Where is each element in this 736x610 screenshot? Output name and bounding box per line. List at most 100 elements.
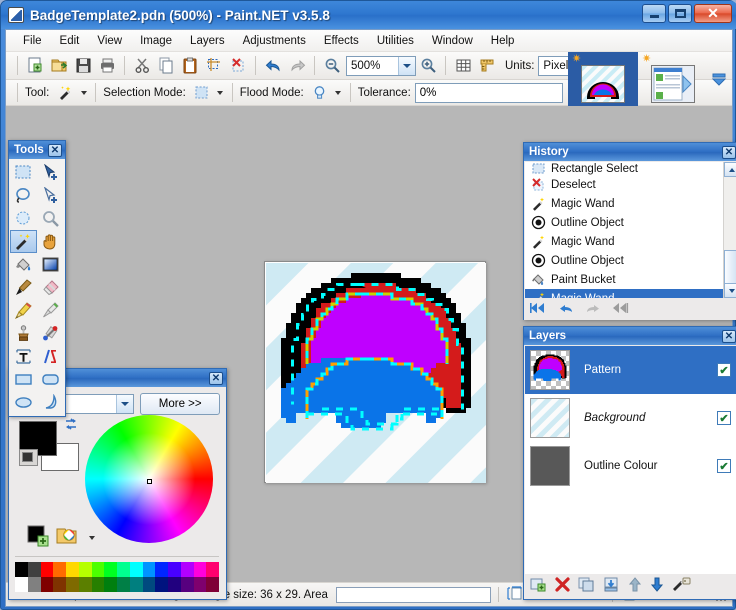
open-icon[interactable] — [47, 54, 71, 78]
replace-selection-icon[interactable] — [190, 81, 214, 105]
palette-swatch[interactable] — [155, 562, 168, 577]
undo-button[interactable] — [557, 301, 575, 318]
pan-tool[interactable] — [37, 230, 64, 253]
palette-swatch[interactable] — [206, 577, 219, 592]
magic-wand-tool[interactable] — [10, 230, 37, 253]
grid-icon[interactable] — [451, 54, 475, 78]
maximize-button[interactable] — [668, 4, 692, 23]
history-item[interactable]: Magic Wand — [525, 232, 736, 251]
palette-swatch[interactable] — [142, 562, 156, 577]
save-icon[interactable] — [71, 54, 95, 78]
menu-item-utilities[interactable]: Utilities — [368, 32, 423, 50]
menu-item-file[interactable]: File — [14, 32, 51, 50]
layer-properties-button[interactable] — [672, 577, 691, 595]
palette-swatch[interactable] — [168, 562, 181, 577]
duplicate-layer-button[interactable] — [578, 577, 595, 595]
zoom-in-icon[interactable] — [416, 54, 440, 78]
close-button[interactable]: ✕ — [694, 4, 732, 23]
palette-swatch[interactable] — [27, 577, 41, 592]
menu-item-effects[interactable]: Effects — [315, 32, 368, 50]
paste-icon[interactable] — [178, 54, 202, 78]
delete-layer-button[interactable] — [555, 577, 570, 595]
selection-mode-dropdown-arrow[interactable] — [214, 83, 227, 103]
palette-open-icon[interactable] — [56, 526, 78, 549]
text-tool[interactable] — [10, 345, 37, 368]
close-icon[interactable]: ✕ — [722, 329, 736, 343]
history-item[interactable]: Outline Object — [525, 213, 736, 232]
palette-swatch[interactable] — [142, 577, 156, 592]
lasso-select-tool[interactable] — [10, 184, 37, 207]
line-curve-tool[interactable] — [37, 345, 64, 368]
close-icon[interactable]: ✕ — [209, 371, 223, 385]
palette-swatch[interactable] — [15, 562, 28, 577]
thumbnail-other-document[interactable]: ✷ — [638, 52, 708, 106]
palette-swatch[interactable] — [66, 577, 79, 592]
menu-item-edit[interactable]: Edit — [51, 32, 89, 50]
scrollbar-thumb[interactable] — [724, 250, 736, 284]
document-canvas[interactable] — [264, 261, 486, 483]
gradient-tool[interactable] — [37, 253, 64, 276]
add-new-layer-button[interactable] — [530, 577, 547, 595]
copy-icon[interactable] — [154, 54, 178, 78]
tolerance-input[interactable]: 0% — [414, 82, 563, 103]
palette-swatch[interactable] — [78, 577, 92, 592]
menu-item-adjustments[interactable]: Adjustments — [234, 32, 315, 50]
flood-mode-dropdown-arrow[interactable] — [332, 83, 345, 103]
freeform-shape-tool[interactable] — [37, 391, 64, 414]
paintbrush-tool[interactable] — [10, 276, 37, 299]
palette-swatches[interactable] — [15, 562, 219, 592]
history-item[interactable]: Rectangle Select — [525, 162, 736, 175]
tool-dropdown-arrow[interactable] — [77, 83, 90, 103]
palette-swatch[interactable] — [91, 562, 105, 577]
palette-swatch[interactable] — [15, 577, 28, 592]
rulers-icon[interactable] — [475, 54, 499, 78]
rewind-to-start-button[interactable] — [530, 301, 548, 318]
palette-swatch[interactable] — [168, 577, 181, 592]
fast-forward-button[interactable] — [611, 301, 629, 318]
palette-swatch[interactable] — [27, 562, 41, 577]
new-icon[interactable] — [23, 54, 47, 78]
palette-swatch[interactable] — [117, 577, 130, 592]
layer-visibility-checkbox[interactable]: ✔ — [717, 411, 731, 425]
add-color-to-palette-icon[interactable] — [27, 525, 49, 550]
palette-swatch[interactable] — [91, 577, 105, 592]
zoom-tool[interactable] — [37, 207, 64, 230]
chevron-down-icon[interactable] — [398, 56, 415, 75]
close-icon[interactable]: ✕ — [722, 145, 736, 159]
chevron-down-icon[interactable] — [116, 395, 134, 413]
layers-list[interactable]: Pattern ✔ Background ✔ Outline Colour ✔ — [525, 346, 736, 574]
palette-dropdown-arrow[interactable] — [85, 528, 98, 548]
move-layer-down-button[interactable] — [650, 577, 664, 595]
scroll-up-icon[interactable] — [724, 162, 736, 177]
rectangle-select-tool[interactable] — [10, 161, 37, 184]
thumbnail-badgetemplate2[interactable]: ✷ — [568, 52, 638, 106]
menu-item-view[interactable]: View — [88, 32, 131, 50]
paint-bucket-tool[interactable] — [10, 253, 37, 276]
history-item[interactable]: Paint Bucket — [525, 270, 736, 289]
undo-icon[interactable] — [261, 54, 285, 78]
menu-item-help[interactable]: Help — [482, 32, 524, 50]
layer-visibility-checkbox[interactable]: ✔ — [717, 363, 731, 377]
palette-swatch[interactable] — [78, 562, 92, 577]
redo-icon[interactable] — [285, 54, 309, 78]
zoom-out-icon[interactable] — [320, 54, 344, 78]
scroll-down-icon[interactable] — [724, 283, 736, 298]
palette-swatch[interactable] — [53, 577, 66, 592]
pencil-tool[interactable] — [10, 299, 37, 322]
palette-swatch[interactable] — [206, 562, 219, 577]
local-flood-icon[interactable] — [308, 81, 332, 105]
history-item[interactable]: Deselect — [525, 175, 736, 194]
palette-swatch[interactable] — [117, 562, 130, 577]
rounded-rectangle-tool[interactable] — [37, 368, 64, 391]
move-selection-tool[interactable] — [37, 184, 64, 207]
history-list[interactable]: Rectangle Select Deselect Magic Wand Out… — [525, 162, 736, 298]
redo-button[interactable] — [584, 301, 602, 318]
crop-to-selection-icon[interactable] — [202, 54, 226, 78]
reset-colors-icon[interactable] — [19, 449, 38, 466]
magic-wand-icon[interactable] — [53, 81, 77, 105]
palette-swatch[interactable] — [180, 577, 194, 592]
layer-row-pattern[interactable]: Pattern ✔ — [525, 346, 736, 394]
more-documents-dropdown[interactable] — [708, 52, 730, 106]
print-icon[interactable] — [95, 54, 119, 78]
color-wheel-selector[interactable] — [147, 479, 152, 484]
